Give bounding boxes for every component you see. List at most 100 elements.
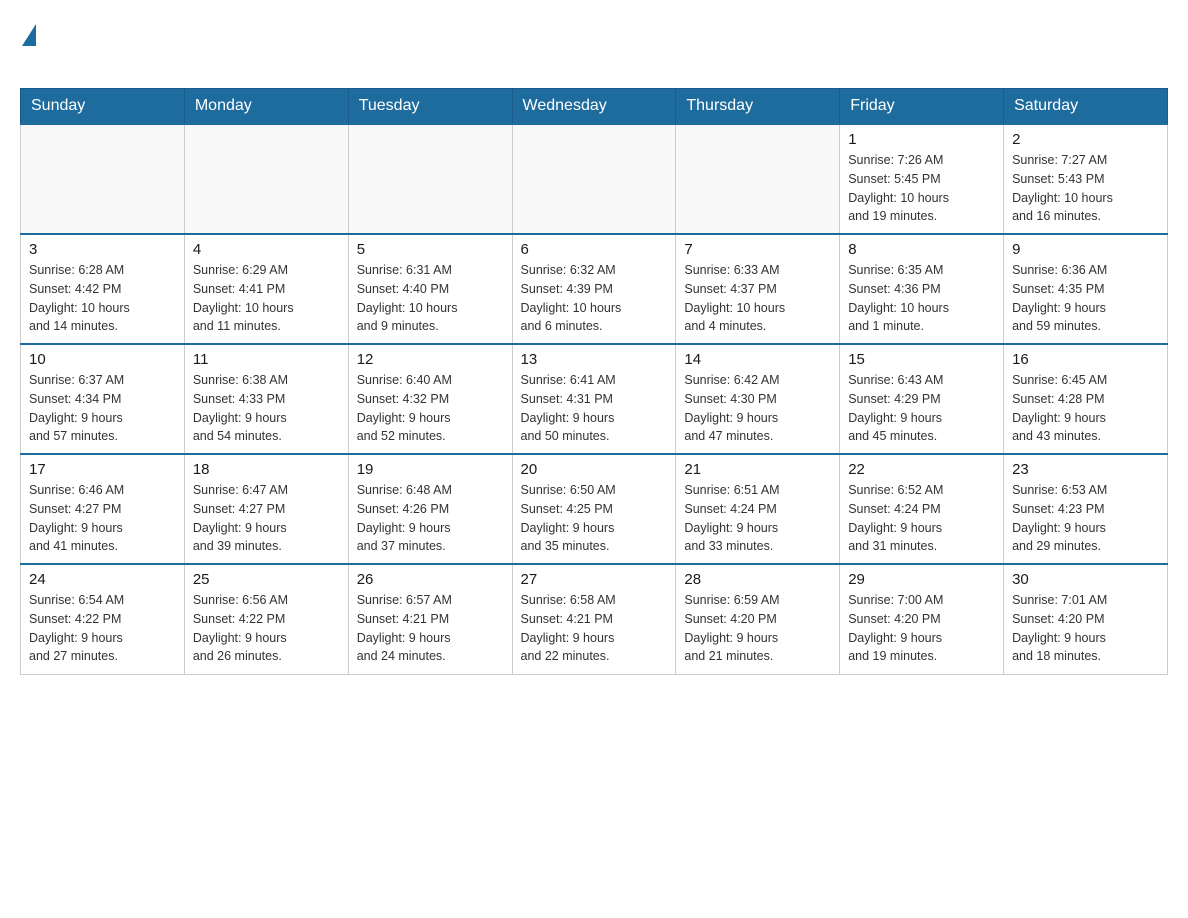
calendar-cell: 6Sunrise: 6:32 AMSunset: 4:39 PMDaylight… (512, 234, 676, 344)
logo-triangle-icon (22, 24, 36, 46)
day-number: 9 (1012, 241, 1159, 258)
day-info: Sunrise: 6:36 AMSunset: 4:35 PMDaylight:… (1012, 261, 1159, 336)
day-info: Sunrise: 6:41 AMSunset: 4:31 PMDaylight:… (521, 371, 668, 446)
calendar-cell: 15Sunrise: 6:43 AMSunset: 4:29 PMDayligh… (840, 344, 1004, 454)
day-number: 24 (29, 571, 176, 588)
day-number: 10 (29, 351, 176, 368)
day-info: Sunrise: 6:46 AMSunset: 4:27 PMDaylight:… (29, 481, 176, 556)
calendar-cell (676, 124, 840, 234)
day-number: 28 (684, 571, 831, 588)
calendar-cell: 26 Sunrise: 6:57 AMSunset: 4:21 PMDayligh… (348, 564, 512, 674)
day-info: Sunrise: 7:00 AMSunset: 4:20 PMDaylight:… (848, 591, 995, 666)
day-number: 26 (357, 571, 504, 588)
day-info: Sunrise: 6:59 AMSunset: 4:20 PMDaylight:… (684, 591, 831, 666)
day-info: Sunrise: 7:26 AMSunset: 5:45 PMDaylight:… (848, 151, 995, 226)
calendar-table: SundayMondayTuesdayWednesdayThursdayFrid… (20, 88, 1168, 675)
day-info: Sunrise: 6:54 AMSunset: 4:22 PMDaylight:… (29, 591, 176, 666)
calendar-cell: 4 Sunrise: 6:29 AMSunset: 4:41 PMDaylight… (184, 234, 348, 344)
calendar-cell: 16 Sunrise: 6:45 AMSunset: 4:28 PMDayligh… (1004, 344, 1168, 454)
calendar-cell: 13 Sunrise: 6:41 AMSunset: 4:31 PMDayligh… (512, 344, 676, 454)
calendar-cell: 2Sunrise: 7:27 AMSunset: 5:43 PMDaylight… (1004, 124, 1168, 234)
week-row-2: 3Sunrise: 6:28 AMSunset: 4:42 PMDaylight… (21, 234, 1168, 344)
page-header (20, 20, 1168, 68)
day-info: Sunrise: 7:27 AMSunset: 5:43 PMDaylight:… (1012, 151, 1159, 226)
calendar-cell: 25 Sunrise: 6:56 AMSunset: 4:22 PMDayligh… (184, 564, 348, 674)
calendar-cell: 3Sunrise: 6:28 AMSunset: 4:42 PMDaylight… (21, 234, 185, 344)
day-info: Sunrise: 6:29 AMSunset: 4:41 PMDaylight:… (193, 261, 340, 336)
calendar-cell: 24 Sunrise: 6:54 AMSunset: 4:22 PMDayligh… (21, 564, 185, 674)
calendar-cell: 23 Sunrise: 6:53 AMSunset: 4:23 PMDayligh… (1004, 454, 1168, 564)
calendar-cell: 12Sunrise: 6:40 AMSunset: 4:32 PMDayligh… (348, 344, 512, 454)
day-number: 5 (357, 241, 504, 258)
calendar-cell: 18 Sunrise: 6:47 AMSunset: 4:27 PMDayligh… (184, 454, 348, 564)
day-info: Sunrise: 6:52 AMSunset: 4:24 PMDaylight:… (848, 481, 995, 556)
day-info: Sunrise: 6:57 AMSunset: 4:21 PMDaylight:… (357, 591, 504, 666)
day-info: Sunrise: 6:45 AMSunset: 4:28 PMDaylight:… (1012, 371, 1159, 446)
day-number: 30 (1012, 571, 1159, 588)
day-info: Sunrise: 6:53 AMSunset: 4:23 PMDaylight:… (1012, 481, 1159, 556)
day-number: 4 (193, 241, 340, 258)
calendar-cell: 10Sunrise: 6:37 AMSunset: 4:34 PMDayligh… (21, 344, 185, 454)
calendar-cell: 1 Sunrise: 7:26 AMSunset: 5:45 PMDaylight… (840, 124, 1004, 234)
calendar-cell: 19 Sunrise: 6:48 AMSunset: 4:26 PMDayligh… (348, 454, 512, 564)
day-info: Sunrise: 6:43 AMSunset: 4:29 PMDaylight:… (848, 371, 995, 446)
calendar-cell (184, 124, 348, 234)
calendar-header-sunday: Sunday (21, 89, 185, 125)
day-info: Sunrise: 6:35 AMSunset: 4:36 PMDaylight:… (848, 261, 995, 336)
day-info: Sunrise: 6:31 AMSunset: 4:40 PMDaylight:… (357, 261, 504, 336)
calendar-cell: 11 Sunrise: 6:38 AMSunset: 4:33 PMDayligh… (184, 344, 348, 454)
day-number: 6 (521, 241, 668, 258)
day-info: Sunrise: 6:42 AMSunset: 4:30 PMDaylight:… (684, 371, 831, 446)
calendar-cell: 9 Sunrise: 6:36 AMSunset: 4:35 PMDaylight… (1004, 234, 1168, 344)
calendar-cell: 17Sunrise: 6:46 AMSunset: 4:27 PMDayligh… (21, 454, 185, 564)
calendar-header-wednesday: Wednesday (512, 89, 676, 125)
calendar-cell: 5 Sunrise: 6:31 AMSunset: 4:40 PMDaylight… (348, 234, 512, 344)
calendar-cell (21, 124, 185, 234)
day-number: 18 (193, 461, 340, 478)
day-number: 14 (684, 351, 831, 368)
calendar-cell: 21Sunrise: 6:51 AMSunset: 4:24 PMDayligh… (676, 454, 840, 564)
calendar-cell: 22 Sunrise: 6:52 AMSunset: 4:24 PMDayligh… (840, 454, 1004, 564)
calendar-cell: 14 Sunrise: 6:42 AMSunset: 4:30 PMDayligh… (676, 344, 840, 454)
day-number: 13 (521, 351, 668, 368)
day-number: 16 (1012, 351, 1159, 368)
logo (20, 20, 38, 68)
calendar-header-saturday: Saturday (1004, 89, 1168, 125)
day-number: 27 (521, 571, 668, 588)
calendar-cell: 30 Sunrise: 7:01 AMSunset: 4:20 PMDayligh… (1004, 564, 1168, 674)
calendar-cell: 20 Sunrise: 6:50 AMSunset: 4:25 PMDayligh… (512, 454, 676, 564)
day-number: 1 (848, 131, 995, 148)
calendar-header-friday: Friday (840, 89, 1004, 125)
day-number: 23 (1012, 461, 1159, 478)
day-info: Sunrise: 6:56 AMSunset: 4:22 PMDaylight:… (193, 591, 340, 666)
day-number: 20 (521, 461, 668, 478)
calendar-cell (512, 124, 676, 234)
calendar-header-tuesday: Tuesday (348, 89, 512, 125)
day-info: Sunrise: 6:48 AMSunset: 4:26 PMDaylight:… (357, 481, 504, 556)
calendar-cell: 8 Sunrise: 6:35 AMSunset: 4:36 PMDaylight… (840, 234, 1004, 344)
day-number: 11 (193, 351, 340, 368)
week-row-5: 24 Sunrise: 6:54 AMSunset: 4:22 PMDayligh… (21, 564, 1168, 674)
calendar-cell: 28 Sunrise: 6:59 AMSunset: 4:20 PMDayligh… (676, 564, 840, 674)
calendar-header-thursday: Thursday (676, 89, 840, 125)
calendar-cell: 7 Sunrise: 6:33 AMSunset: 4:37 PMDaylight… (676, 234, 840, 344)
day-info: Sunrise: 6:38 AMSunset: 4:33 PMDaylight:… (193, 371, 340, 446)
calendar-header-row: SundayMondayTuesdayWednesdayThursdayFrid… (21, 89, 1168, 125)
day-info: Sunrise: 6:51 AMSunset: 4:24 PMDaylight:… (684, 481, 831, 556)
logo-text (20, 20, 38, 42)
day-info: Sunrise: 6:33 AMSunset: 4:37 PMDaylight:… (684, 261, 831, 336)
week-row-4: 17Sunrise: 6:46 AMSunset: 4:27 PMDayligh… (21, 454, 1168, 564)
day-info: Sunrise: 6:47 AMSunset: 4:27 PMDaylight:… (193, 481, 340, 556)
day-info: Sunrise: 7:01 AMSunset: 4:20 PMDaylight:… (1012, 591, 1159, 666)
day-number: 7 (684, 241, 831, 258)
day-number: 19 (357, 461, 504, 478)
day-info: Sunrise: 6:50 AMSunset: 4:25 PMDaylight:… (521, 481, 668, 556)
week-row-1: 1 Sunrise: 7:26 AMSunset: 5:45 PMDaylight… (21, 124, 1168, 234)
day-number: 25 (193, 571, 340, 588)
calendar-cell: 27Sunrise: 6:58 AMSunset: 4:21 PMDayligh… (512, 564, 676, 674)
calendar-header-monday: Monday (184, 89, 348, 125)
day-number: 29 (848, 571, 995, 588)
week-row-3: 10Sunrise: 6:37 AMSunset: 4:34 PMDayligh… (21, 344, 1168, 454)
day-number: 22 (848, 461, 995, 478)
day-number: 8 (848, 241, 995, 258)
